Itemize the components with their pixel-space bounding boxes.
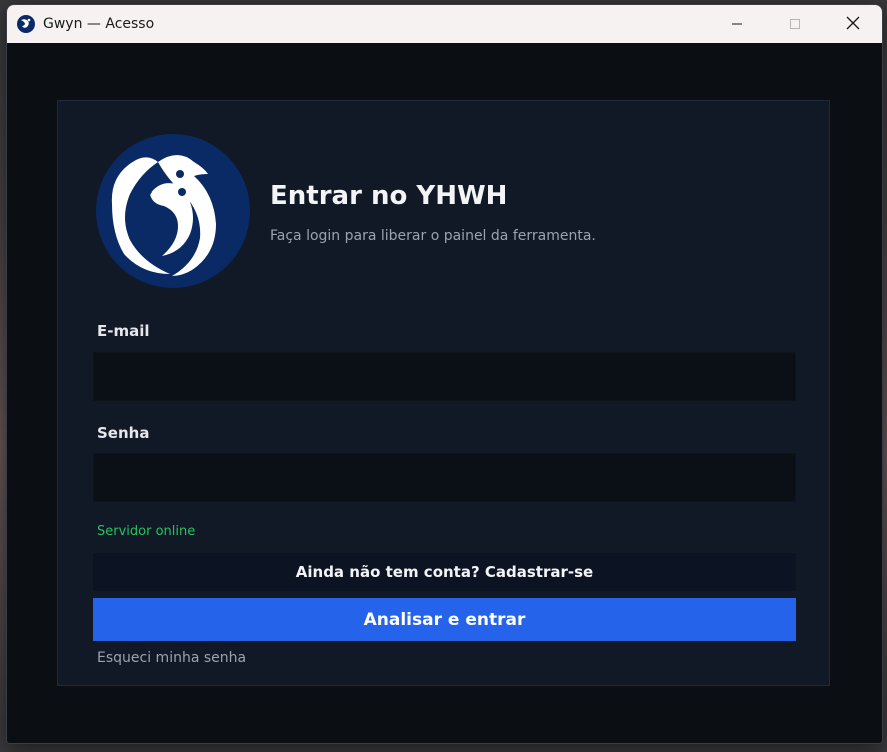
minimize-icon [731, 15, 743, 34]
password-field[interactable] [93, 453, 796, 502]
login-card: Entrar no YHWH Faça login para liberar o… [57, 100, 830, 686]
minimize-button[interactable] [708, 5, 766, 43]
server-status-text: Servidor online [97, 524, 196, 539]
login-submit-button[interactable]: Analisar e entrar [93, 598, 796, 641]
globe-app-icon [16, 14, 36, 34]
window-content: Entrar no YHWH Faça login para liberar o… [7, 43, 882, 743]
close-icon [846, 15, 860, 34]
page-title: Entrar no YHWH [270, 181, 508, 211]
maximize-icon [789, 15, 801, 34]
email-field[interactable] [93, 352, 796, 401]
window-controls [708, 5, 882, 43]
signup-button[interactable]: Ainda não tem conta? Cadastrar-se [93, 553, 796, 591]
title-bar[interactable]: Gwyn — Acesso [7, 5, 882, 43]
bird-logo-icon [96, 134, 250, 288]
close-button[interactable] [824, 5, 882, 43]
maximize-button [766, 5, 824, 43]
password-label: Senha [97, 424, 150, 442]
page-subtitle: Faça login para liberar o painel da ferr… [270, 228, 596, 244]
email-label: E-mail [97, 322, 150, 340]
app-window: Gwyn — Acesso Entrar no YHWH Faça login … [6, 4, 883, 744]
window-title: Gwyn — Acesso [43, 16, 155, 32]
forgot-password-link[interactable]: Esqueci minha senha [97, 650, 246, 666]
